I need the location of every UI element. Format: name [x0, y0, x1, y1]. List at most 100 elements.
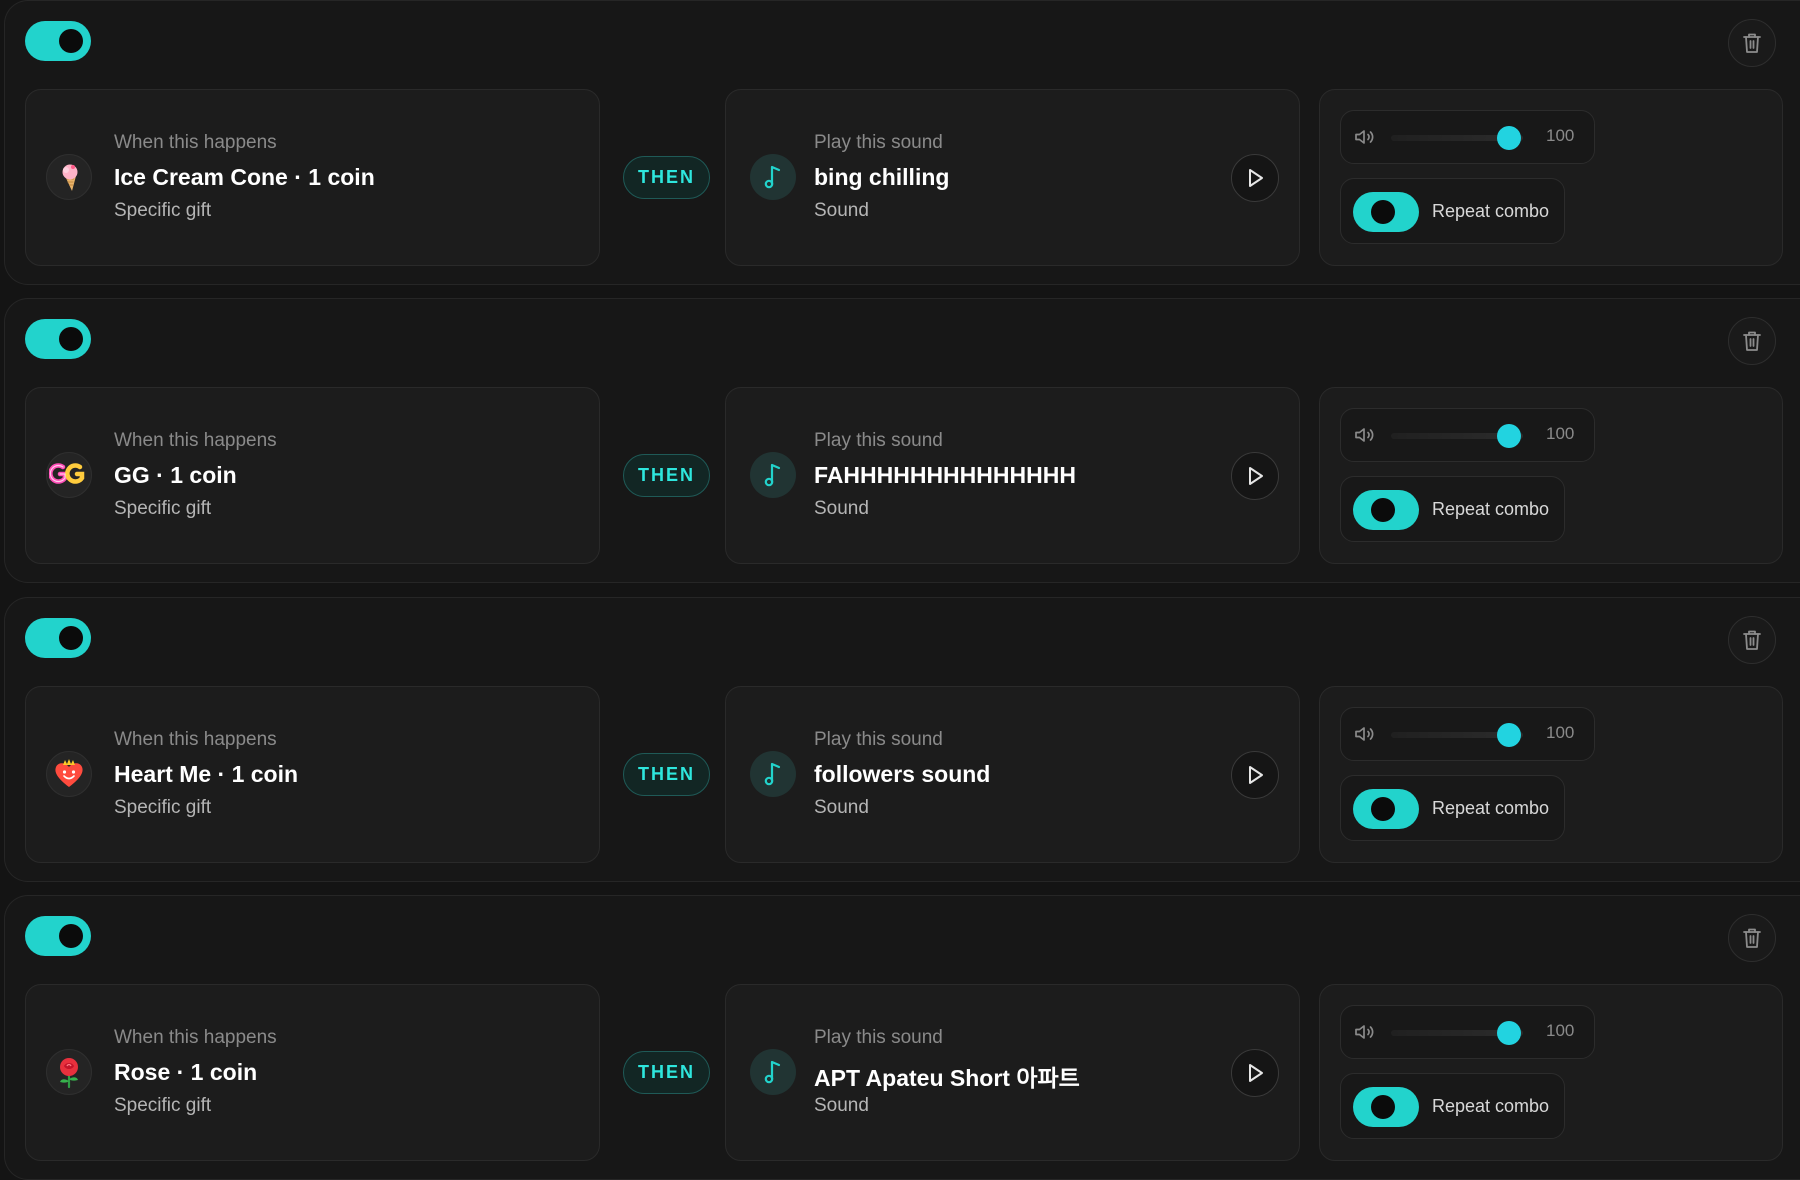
action-heading: Play this sound — [814, 132, 943, 153]
trash-icon — [1743, 928, 1761, 948]
volume-icon — [1355, 1025, 1374, 1039]
action-sound-name: APT Apateu Short 아파트 — [814, 1065, 1080, 1091]
trigger-card[interactable]: When this happens Ice Cream Cone · 1 coi… — [25, 89, 600, 266]
rule-card: When this happens Rose · 1 coin Specific… — [4, 895, 1800, 1180]
repeat-combo-label: Repeat combo — [1432, 798, 1550, 818]
volume-control: 100 — [1340, 707, 1595, 761]
trigger-gift-name: Ice Cream Cone · 1 coin — [114, 164, 375, 190]
action-sound-name: followers sound — [814, 761, 991, 787]
music-note-icon — [750, 452, 796, 498]
trigger-gift-name: GG · 1 coin — [114, 462, 237, 488]
toggle-knob — [59, 626, 83, 650]
trigger-card[interactable]: When this happens Heart Me · 1 coin Spec… — [25, 686, 600, 863]
repeat-combo-toggle[interactable] — [1353, 192, 1419, 232]
preview-sound-button[interactable] — [1231, 751, 1279, 799]
delete-rule-button[interactable] — [1728, 19, 1776, 67]
volume-slider-thumb[interactable] — [1497, 126, 1521, 150]
volume-control: 100 — [1340, 110, 1595, 164]
volume-icon — [1355, 130, 1374, 144]
gg-icon — [46, 452, 92, 498]
volume-slider-thumb[interactable] — [1497, 1021, 1521, 1045]
action-type: Sound — [814, 200, 869, 221]
play-icon — [1249, 766, 1263, 784]
sound-settings-card: 100 Repeat combo — [1319, 984, 1783, 1161]
rule-enabled-toggle[interactable] — [25, 21, 91, 61]
delete-rule-button[interactable] — [1728, 616, 1776, 664]
music-note-icon — [750, 1049, 796, 1095]
sound-settings-card: 100 Repeat combo — [1319, 387, 1783, 564]
delete-rule-button[interactable] — [1728, 914, 1776, 962]
trash-icon — [1743, 331, 1761, 351]
action-heading: Play this sound — [814, 1027, 943, 1048]
volume-slider-thumb[interactable] — [1497, 424, 1521, 448]
music-note-icon — [750, 751, 796, 797]
repeat-combo-toggle[interactable] — [1353, 1087, 1419, 1127]
then-connector: THEN — [623, 156, 710, 199]
action-card[interactable]: Play this sound followers sound Sound — [725, 686, 1300, 863]
then-connector: THEN — [623, 454, 710, 497]
trigger-card[interactable]: When this happens Rose · 1 coin Specific… — [25, 984, 600, 1161]
sound-settings-card: 100 Repeat combo — [1319, 686, 1783, 863]
toggle-knob — [59, 924, 83, 948]
trash-icon — [1743, 630, 1761, 650]
trigger-type: Specific gift — [114, 797, 212, 818]
repeat-combo-label: Repeat combo — [1432, 1096, 1550, 1116]
repeat-combo-label: Repeat combo — [1432, 201, 1550, 221]
trigger-card[interactable]: When this happens GG · 1 coin Specific g… — [25, 387, 600, 564]
action-card[interactable]: Play this sound APT Apateu Short 아파트 Sou… — [725, 984, 1300, 1161]
toggle-knob — [1371, 1095, 1395, 1119]
rule-enabled-toggle[interactable] — [25, 319, 91, 359]
volume-icon — [1355, 727, 1374, 741]
play-icon — [1249, 1064, 1263, 1082]
preview-sound-button[interactable] — [1231, 154, 1279, 202]
action-type: Sound — [814, 797, 869, 818]
toggle-knob — [1371, 498, 1395, 522]
trash-icon — [1743, 33, 1761, 53]
trigger-gift-name: Rose · 1 coin — [114, 1059, 258, 1085]
delete-rule-button[interactable] — [1728, 317, 1776, 365]
volume-value: 100 — [1546, 1021, 1575, 1040]
ice-cream-icon — [46, 154, 92, 200]
rule-card: When this happens GG · 1 coin Specific g… — [4, 298, 1800, 583]
action-heading: Play this sound — [814, 729, 943, 750]
trigger-heading: When this happens — [114, 1027, 277, 1048]
then-connector: THEN — [623, 1051, 710, 1094]
action-card[interactable]: Play this sound FAHHHHHHHHHHHHHH Sound — [725, 387, 1300, 564]
repeat-combo-control[interactable]: Repeat combo — [1340, 775, 1565, 841]
repeat-combo-toggle[interactable] — [1353, 789, 1419, 829]
action-sound-name: bing chilling — [814, 164, 950, 190]
repeat-combo-control[interactable]: Repeat combo — [1340, 1073, 1565, 1139]
repeat-combo-label: Repeat combo — [1432, 499, 1550, 519]
then-connector: THEN — [623, 753, 710, 796]
preview-sound-button[interactable] — [1231, 452, 1279, 500]
rule-card: When this happens Heart Me · 1 coin Spec… — [4, 597, 1800, 882]
toggle-knob — [59, 327, 83, 351]
repeat-combo-control[interactable]: Repeat combo — [1340, 476, 1565, 542]
volume-slider-thumb[interactable] — [1497, 723, 1521, 747]
repeat-combo-control[interactable]: Repeat combo — [1340, 178, 1565, 244]
trigger-heading: When this happens — [114, 729, 277, 750]
repeat-combo-toggle[interactable] — [1353, 490, 1419, 530]
volume-value: 100 — [1546, 126, 1575, 145]
trigger-heading: When this happens — [114, 132, 277, 153]
action-heading: Play this sound — [814, 430, 943, 451]
toggle-knob — [1371, 200, 1395, 224]
rule-enabled-toggle[interactable] — [25, 916, 91, 956]
volume-value: 100 — [1546, 723, 1575, 742]
rule-enabled-toggle[interactable] — [25, 618, 91, 658]
rule-card: When this happens Ice Cream Cone · 1 coi… — [4, 0, 1800, 285]
volume-value: 100 — [1546, 424, 1575, 443]
preview-sound-button[interactable] — [1231, 1049, 1279, 1097]
sound-alert-rule-list: When this happens Ice Cream Cone · 1 coi… — [0, 0, 1800, 1180]
volume-icon — [1355, 428, 1374, 442]
trigger-type: Specific gift — [114, 200, 212, 221]
toggle-knob — [1371, 797, 1395, 821]
sound-settings-card: 100 Repeat combo — [1319, 89, 1783, 266]
play-icon — [1249, 467, 1263, 485]
action-card[interactable]: Play this sound bing chilling Sound — [725, 89, 1300, 266]
trigger-gift-name: Heart Me · 1 coin — [114, 761, 299, 787]
volume-control: 100 — [1340, 1005, 1595, 1059]
toggle-knob — [59, 29, 83, 53]
action-type: Sound — [814, 498, 869, 519]
trigger-heading: When this happens — [114, 430, 277, 451]
